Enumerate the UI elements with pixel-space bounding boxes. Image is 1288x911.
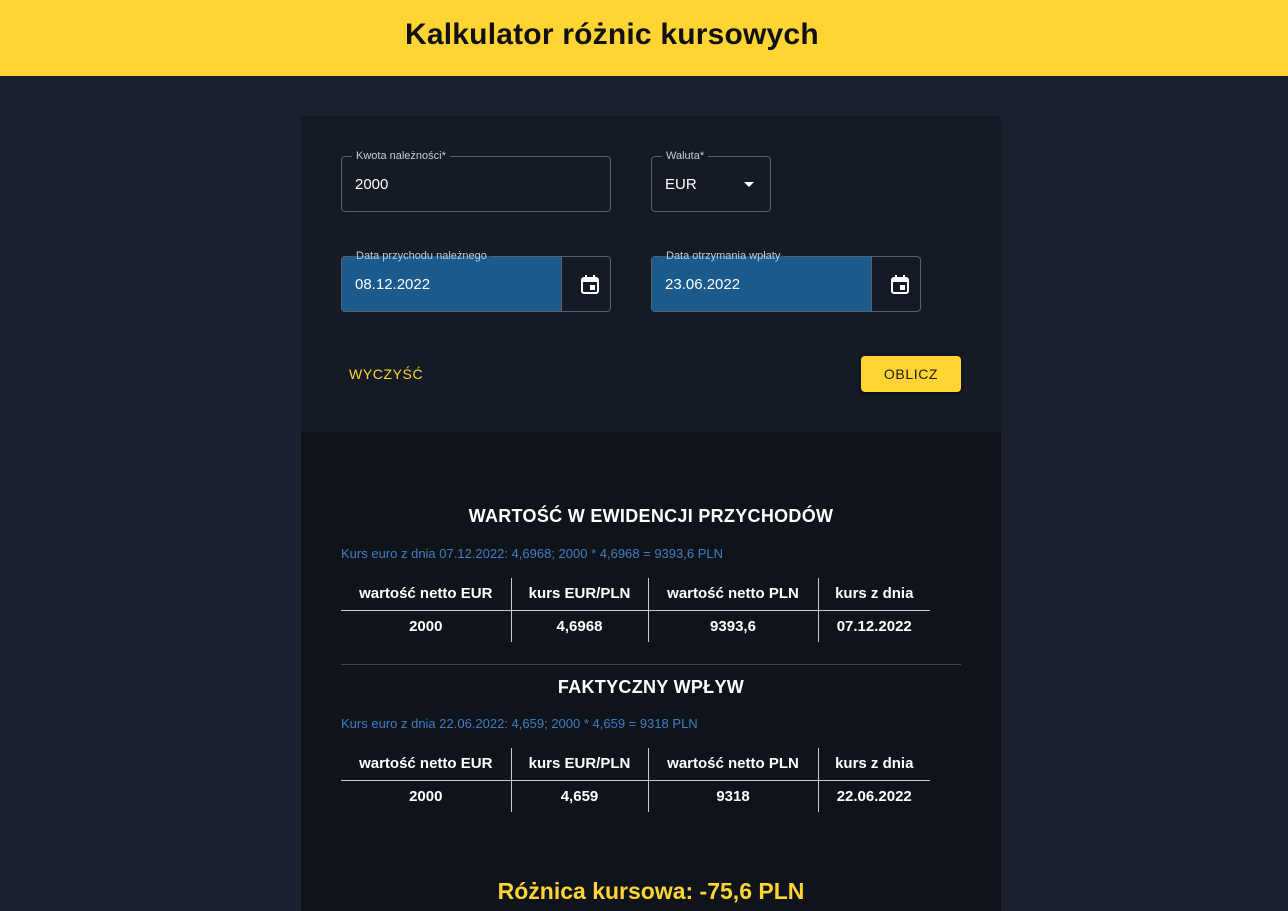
income-record-title: WARTOŚĆ W EWIDENCJI PRZYCHODÓW: [468, 506, 834, 526]
clear-button[interactable]: WYCZYŚĆ: [341, 356, 431, 392]
results-area: [301, 432, 1001, 911]
column-header: kurs z dnia: [817, 578, 930, 611]
amount-field[interactable]: Kwota należności* 2000: [341, 149, 611, 212]
actual-inflow-note: Kurs euro z dnia 22.06.2022: 4,659; 2000…: [341, 716, 698, 731]
table-cell: 22.06.2022: [817, 780, 930, 812]
column-header: wartość netto PLN: [647, 578, 818, 611]
column-header: wartość netto EUR: [341, 578, 511, 611]
amount-label: Kwota należności*: [352, 149, 450, 163]
payment-date-picker-button[interactable]: [871, 257, 920, 311]
calculate-button[interactable]: OBLICZ: [861, 356, 961, 392]
table-row: 2000 4,6968 9393,6 07.12.2022: [341, 610, 930, 642]
form-area: Kwota należności* 2000 Waluta* EUR Data …: [301, 116, 1001, 432]
app-header: Kalkulator różnic kursowych: [0, 0, 1288, 76]
income-date-label: Data przychodu należnego: [352, 249, 491, 263]
table-cell: 2000: [409, 787, 443, 805]
income-record-table: wartość netto EUR kurs EUR/PLN wartość n…: [341, 578, 930, 642]
payment-date-label: Data otrzymania wpłaty: [662, 249, 785, 263]
table-cell: 2000: [409, 617, 443, 635]
exchange-difference: Różnica kursowa: -75,6 PLN: [497, 878, 805, 904]
column-header: wartość netto EUR: [341, 748, 511, 781]
calendar-icon: [581, 275, 599, 294]
actual-inflow-table: wartość netto EUR kurs EUR/PLN wartość n…: [341, 748, 930, 812]
column-header: kurs EUR/PLN: [510, 748, 648, 781]
payment-date-field[interactable]: Data otrzymania wpłaty 23.06.2022: [651, 249, 921, 312]
currency-select[interactable]: Waluta* EUR: [651, 149, 771, 212]
table-cell: 9393,6: [647, 610, 818, 642]
calendar-icon: [891, 275, 909, 294]
table-cell: 07.12.2022: [817, 610, 930, 642]
calculator-card: Kwota należności* 2000 Waluta* EUR Data …: [301, 116, 1001, 911]
table-row: 2000 4,659 9318 22.06.2022: [341, 780, 930, 812]
currency-value: EUR: [665, 176, 697, 193]
income-date-value: 08.12.2022: [355, 276, 431, 293]
payment-date-value: 23.06.2022: [665, 276, 741, 293]
column-header: kurs EUR/PLN: [510, 578, 648, 611]
chevron-down-icon[interactable]: [744, 182, 754, 187]
page-title: Kalkulator różnic kursowych: [405, 18, 819, 51]
income-date-picker-button[interactable]: [561, 257, 610, 311]
table-cell: 9318: [647, 780, 818, 812]
column-header: kurs z dnia: [817, 748, 930, 781]
table-cell: 4,659: [510, 780, 648, 812]
column-header: wartość netto PLN: [647, 748, 818, 781]
income-record-note: Kurs euro z dnia 07.12.2022: 4,6968; 200…: [341, 546, 723, 561]
income-date-field[interactable]: Data przychodu należnego 08.12.2022: [341, 249, 611, 312]
currency-label: Waluta*: [662, 149, 709, 163]
actual-inflow-title: FAKTYCZNY WPŁYW: [557, 677, 745, 697]
amount-value: 2000: [355, 176, 389, 193]
results-divider: [341, 664, 961, 665]
table-cell: 4,6968: [510, 610, 648, 642]
